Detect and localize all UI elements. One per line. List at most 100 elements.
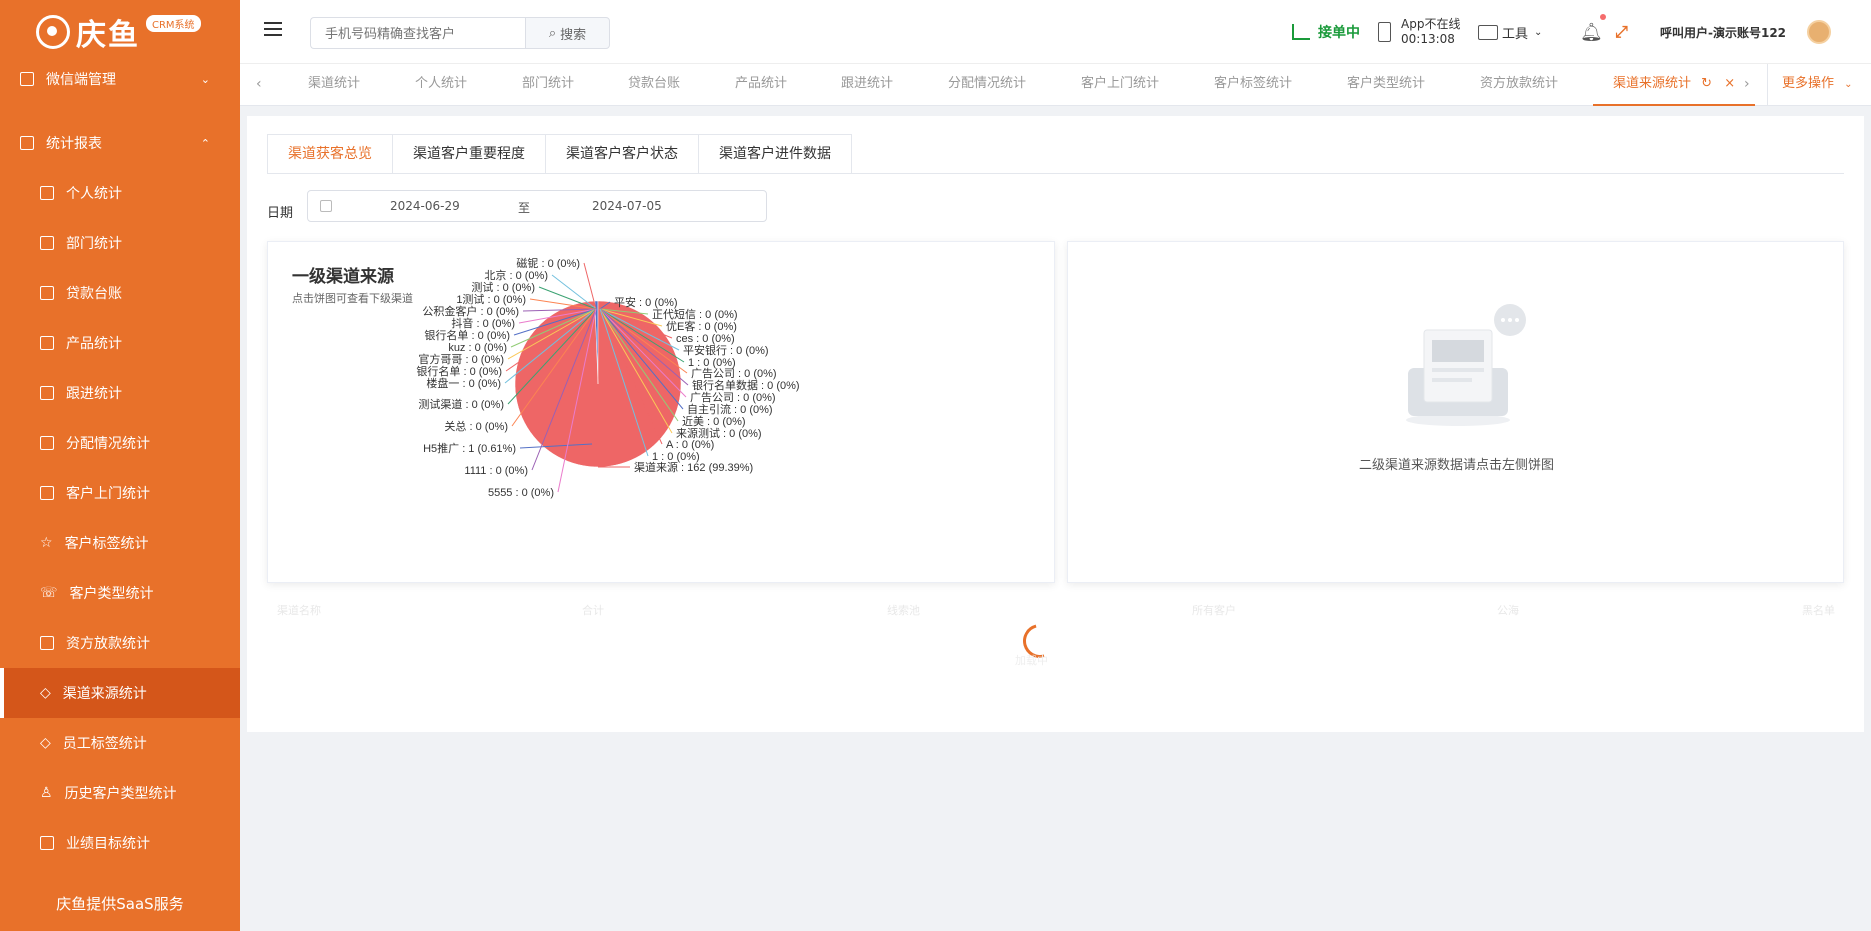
notification-bell[interactable]: 🔔︎ xyxy=(1580,0,1606,64)
sidebar-item-visit[interactable]: 客户上门统计 xyxy=(0,468,240,518)
subtab-importance[interactable]: 渠道客户重要程度 xyxy=(393,134,546,174)
header: ⌕ 搜索 接单中 App不在线 00:13:08 工具 ⌄ 🔔︎ ⤢ 呼叫用户-… xyxy=(240,0,1871,64)
tab-visit[interactable]: 客户上门统计 xyxy=(1081,64,1159,106)
tab-channel[interactable]: 渠道统计 xyxy=(308,64,360,106)
menu-group-label: 统计报表 xyxy=(46,136,102,152)
sidebar: 庆鱼 CRM系统 微信端管理 ⌄ 统计报表 ⌃ 个人统计 部门统计 贷款台账 产… xyxy=(0,0,240,931)
tab-loan-ledger[interactable]: 贷款台账 xyxy=(628,64,680,106)
user-name[interactable]: 呼叫用户-演示账号122 xyxy=(1660,0,1786,64)
edit-icon xyxy=(40,836,54,850)
pie-slice-label: 楼盘一 : 0 (0%) xyxy=(426,376,501,390)
more-operations-label: 更多操作 xyxy=(1782,76,1835,91)
sidebar-item-department[interactable]: 部门统计 xyxy=(0,218,240,268)
tab-scroll-right-icon[interactable]: › xyxy=(1744,64,1750,106)
calendar-icon xyxy=(320,200,332,212)
tab-customer-type[interactable]: 客户类型统计 xyxy=(1347,64,1425,106)
column-header: 渠道名称 xyxy=(277,604,321,617)
pie-slice-label: 抖音 : 0 (0%) xyxy=(451,316,515,330)
tab-allocation[interactable]: 分配情况统计 xyxy=(948,64,1026,106)
subtab-application[interactable]: 渠道客户进件数据 xyxy=(699,134,852,174)
column-header: 合计 xyxy=(582,604,604,617)
table-icon xyxy=(20,136,34,150)
tab-customer-tag[interactable]: 客户标签统计 xyxy=(1214,64,1292,106)
pie-slice-label: 来源测试 : 0 (0%) xyxy=(676,426,762,440)
tab-bar: ‹ 渠道统计 个人统计 部门统计 贷款台账 产品统计 跟进统计 分配情况统计 客… xyxy=(240,64,1871,106)
pie-slice-label: 测试渠道 : 0 (0%) xyxy=(418,397,504,411)
sidebar-item-channel-source[interactable]: ◇ 渠道来源统计 xyxy=(0,668,240,718)
tag-icon: ◇ xyxy=(40,735,51,751)
pie-slice-label: 广告公司 : 0 (0%) xyxy=(691,367,777,380)
search-input[interactable] xyxy=(310,17,525,49)
sidebar-item-label: 历史客户类型统计 xyxy=(64,786,177,802)
pie-chart[interactable]: 渠道来源 : 162 (99.39%)H5推广 : 1 (0.61%)磁铌 : … xyxy=(268,242,1056,584)
more-operations-button[interactable]: 更多操作 ⌄ xyxy=(1767,64,1871,106)
user-icon: ♙ xyxy=(40,785,53,801)
menu-group-wechat[interactable]: 微信端管理 ⌄ xyxy=(0,64,240,94)
close-icon[interactable]: × xyxy=(1724,76,1735,91)
checkbox-icon xyxy=(40,486,54,500)
empty-state-text: 二级渠道来源数据请点击左侧饼图 xyxy=(1358,458,1554,473)
sidebar-item-label: 部门统计 xyxy=(66,236,122,252)
chevron-down-icon: ⌄ xyxy=(1534,26,1543,38)
tools-menu[interactable]: 工具 ⌄ xyxy=(1478,0,1542,64)
subtab-status[interactable]: 渠道客户客户状态 xyxy=(546,134,699,174)
trend-chart-icon xyxy=(1292,24,1310,40)
toolbox-icon xyxy=(1478,24,1498,40)
tab-scroll-left-icon[interactable]: ‹ xyxy=(256,64,262,106)
app-status-timer: 00:13:08 xyxy=(1401,32,1455,46)
sidebar-item-label: 客户类型统计 xyxy=(69,586,154,602)
app-status-text: App不在线 xyxy=(1401,17,1461,31)
pie-slice-label: ces : 0 (0%) xyxy=(676,333,735,345)
sidebar-item-loan-ledger[interactable]: 贷款台账 xyxy=(0,268,240,318)
menu-group-reports[interactable]: 统计报表 ⌃ xyxy=(0,118,240,168)
date-end[interactable]: 2024-07-05 xyxy=(592,199,662,213)
fish-logo-icon xyxy=(36,15,70,49)
pie-slice-label: 银行名单 : 0 (0%) xyxy=(424,328,510,342)
sidebar-item-history-type[interactable]: ♙ 历史客户类型统计 xyxy=(0,768,240,818)
loading-text: 加载中 xyxy=(1015,654,1048,667)
avatar[interactable] xyxy=(1807,20,1831,44)
monitor-icon xyxy=(40,286,54,300)
refresh-icon[interactable]: ↻ xyxy=(1701,76,1712,91)
date-range-picker[interactable]: 2024-06-29 至 2024-07-05 xyxy=(307,190,767,222)
tab-product[interactable]: 产品统计 xyxy=(735,64,787,106)
secondary-channel-card: 二级渠道来源数据请点击左侧饼图 xyxy=(1067,241,1844,583)
pie-slice-label: 广告公司 : 0 (0%) xyxy=(690,391,776,404)
pie-slice-label: 公积金客户 : 0 (0%) xyxy=(422,304,519,318)
search-button[interactable]: ⌕ 搜索 xyxy=(525,17,610,49)
hamburger-menu-icon[interactable] xyxy=(264,22,282,36)
pie-slice-label: 测试 : 0 (0%) xyxy=(471,281,535,294)
pie-slice-label: 银行名单 : 0 (0%) xyxy=(416,364,502,378)
sidebar-item-followup[interactable]: 跟进统计 xyxy=(0,368,240,418)
column-header: 公海 xyxy=(1497,604,1519,617)
sidebar-item-performance[interactable]: 业绩目标统计 xyxy=(0,818,240,868)
tab-personal[interactable]: 个人统计 xyxy=(415,64,467,106)
chevron-up-icon: ⌃ xyxy=(200,136,210,150)
sidebar-item-funder-loan[interactable]: 资方放款统计 xyxy=(0,618,240,668)
tab-channel-source[interactable]: 渠道来源统计 ↻ × xyxy=(1593,64,1756,106)
work-status[interactable]: 接单中 xyxy=(1292,0,1360,64)
tab-funder-loan[interactable]: 资方放款统计 xyxy=(1480,64,1558,106)
date-start[interactable]: 2024-06-29 xyxy=(390,199,460,213)
fullscreen-icon[interactable]: ⤢ xyxy=(1615,0,1628,64)
pie-slice[interactable] xyxy=(514,300,682,468)
sidebar-item-personal[interactable]: 个人统计 xyxy=(0,168,240,218)
tools-label: 工具 xyxy=(1502,26,1529,42)
subtab-overview[interactable]: 渠道获客总览 xyxy=(268,134,393,174)
sidebar-item-allocation[interactable]: 分配情况统计 xyxy=(0,418,240,468)
pie-slice-label: 1 : 0 (0%) xyxy=(652,451,700,463)
pie-slice-label: 关总 : 0 (0%) xyxy=(444,419,508,433)
tab-department[interactable]: 部门统计 xyxy=(522,64,574,106)
sidebar-item-product[interactable]: 产品统计 xyxy=(0,318,240,368)
sidebar-item-customer-tag[interactable]: ☆ 客户标签统计 xyxy=(0,518,240,568)
sidebar-item-employee-tag[interactable]: ◇ 员工标签统计 xyxy=(0,718,240,768)
sidebar-item-label: 个人统计 xyxy=(66,186,122,202)
star-icon: ☆ xyxy=(40,535,53,551)
empty-state-icon xyxy=(1406,304,1526,426)
column-header: 线索池 xyxy=(887,604,920,617)
tag-icon: ◇ xyxy=(40,685,51,701)
document-icon xyxy=(40,336,54,350)
sidebar-item-customer-type[interactable]: ☏ 客户类型统计 xyxy=(0,568,240,618)
tab-followup[interactable]: 跟进统计 xyxy=(841,64,893,106)
notification-dot xyxy=(1599,14,1606,20)
